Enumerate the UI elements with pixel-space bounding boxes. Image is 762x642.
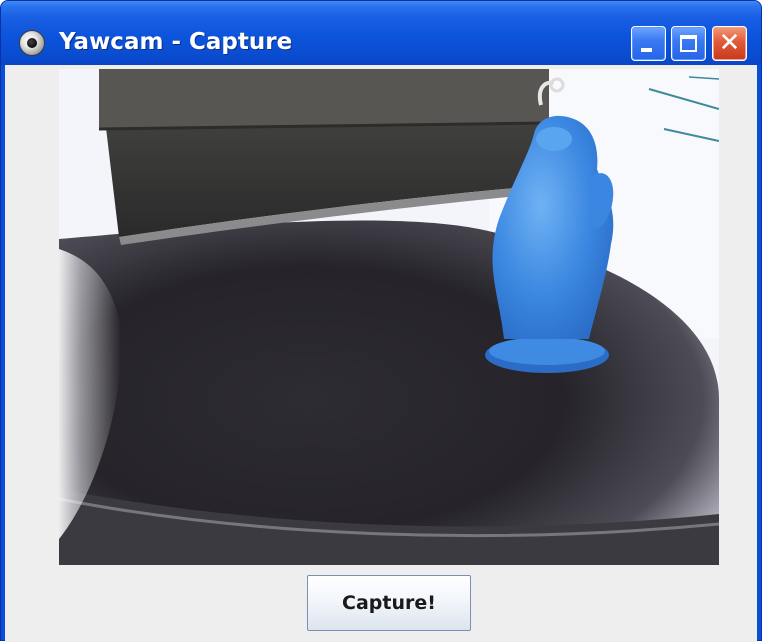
minimize-button[interactable] [631, 26, 666, 61]
webcam-frame-drawing [59, 69, 719, 565]
close-icon: ✕ [718, 28, 741, 58]
maximize-icon [680, 35, 697, 52]
webcam-preview-image [59, 69, 719, 565]
minimize-icon [641, 48, 652, 52]
capture-button-label: Capture! [342, 592, 436, 614]
capture-button[interactable]: Capture! [307, 575, 471, 631]
close-button[interactable]: ✕ [712, 26, 747, 61]
window-client-area: Capture! [5, 65, 757, 642]
title-bar[interactable]: Yawcam - Capture ✕ [1, 1, 761, 65]
yawcam-capture-window: Yawcam - Capture ✕ Capture! [0, 0, 762, 642]
webcam-lens-icon[interactable] [19, 30, 45, 56]
maximize-button[interactable] [671, 26, 706, 61]
window-title: Yawcam - Capture [59, 29, 293, 55]
